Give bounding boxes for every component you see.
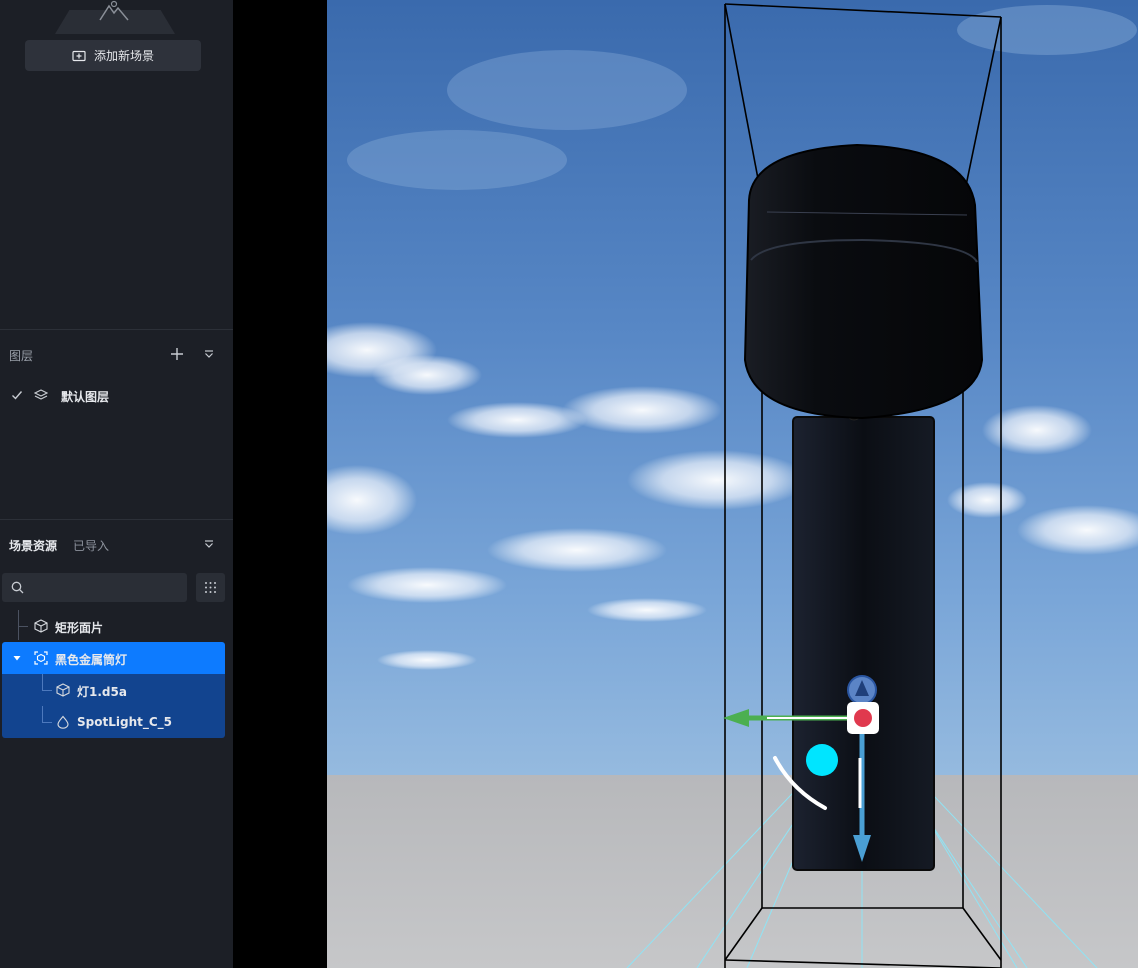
- tree-item-label: 矩形面片: [55, 621, 104, 635]
- caret-down-icon[interactable]: [12, 653, 22, 663]
- search-input[interactable]: [30, 577, 184, 600]
- search-icon: [11, 581, 24, 594]
- cube-icon: [34, 619, 48, 633]
- tree-guide: [42, 706, 43, 722]
- tree-item-downlight-group[interactable]: 黑色金属筒灯: [2, 642, 225, 674]
- clouds: [327, 5, 1138, 670]
- layer-item-label: 默认图层: [61, 390, 110, 404]
- layer-item-default[interactable]: 默认图层: [0, 383, 233, 407]
- asset-search: [2, 573, 187, 602]
- assets-collapse-button[interactable]: [200, 535, 218, 553]
- panel-gap: [233, 0, 327, 968]
- cube-icon: [56, 683, 70, 697]
- scene-render: [327, 3, 1138, 968]
- tree-guide: [42, 722, 52, 723]
- 3d-viewport[interactable]: [327, 0, 1138, 968]
- light-drop-icon: [57, 715, 69, 729]
- divider: [0, 329, 233, 330]
- tab-imported[interactable]: 已导入: [73, 537, 109, 554]
- left-panel: 添加新场景 图层 默认图层 场景资源 已导入 矩形面片 黑色金属筒灯 灯1.d5…: [0, 0, 233, 968]
- layers-collapse-button[interactable]: [200, 345, 218, 363]
- tree-item-label: 灯1.d5a: [77, 685, 127, 699]
- tree-guide: [42, 674, 43, 690]
- layers-title: 图层: [9, 349, 34, 363]
- collapse-icon: [205, 350, 213, 358]
- add-scene-button[interactable]: 添加新场景: [25, 40, 201, 71]
- group-icon: [34, 651, 48, 665]
- tree-guide: [42, 690, 52, 691]
- tree-item-spotlight[interactable]: SpotLight_C_5: [2, 706, 225, 738]
- check-icon[interactable]: [11, 389, 23, 401]
- add-layer-button[interactable]: [168, 345, 186, 363]
- plus-icon: [171, 348, 183, 360]
- divider: [0, 519, 233, 520]
- collapse-icon: [205, 540, 213, 548]
- add-scene-label: 添加新场景: [93, 49, 154, 63]
- grid-dots-icon: [205, 582, 216, 593]
- add-scene-icon: [72, 50, 86, 61]
- layers-icon: [34, 389, 48, 400]
- mountain-icon: [99, 0, 129, 21]
- grid-view-button[interactable]: [196, 573, 225, 602]
- tree-item-label: 黑色金属筒灯: [55, 653, 128, 667]
- gizmo-x-arrow: [723, 709, 749, 727]
- scene-thumbnail[interactable]: [0, 0, 233, 34]
- tree-item-rect-plane[interactable]: 矩形面片: [2, 610, 225, 642]
- tree-item-light-model[interactable]: 灯1.d5a: [2, 674, 225, 706]
- tab-scene-assets[interactable]: 场景资源: [9, 537, 57, 554]
- tree-item-label: SpotLight_C_5: [77, 715, 172, 729]
